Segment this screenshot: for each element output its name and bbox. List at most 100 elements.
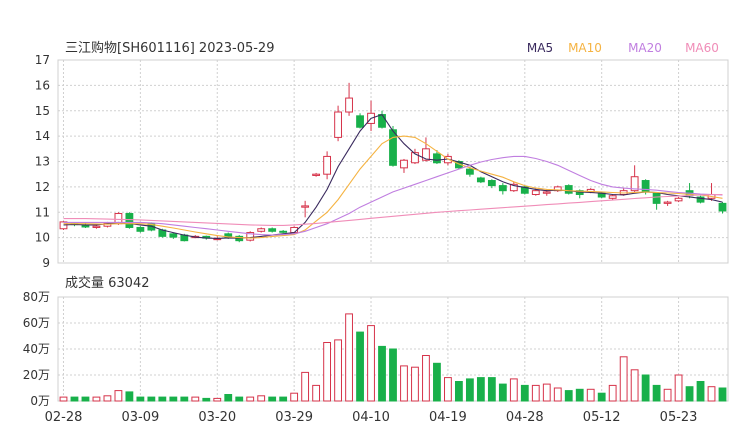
price-tick-label: 14: [35, 129, 50, 143]
candle: [125, 212, 134, 229]
price-tick-label: 9: [42, 256, 50, 270]
volume-bar: [663, 388, 672, 402]
candle: [356, 113, 364, 129]
candle: [498, 183, 507, 195]
volume-bar: [323, 342, 332, 402]
volume-tick-label: 60万: [23, 316, 50, 330]
volume-bar: [81, 396, 90, 402]
candle: [136, 226, 145, 233]
date-tick-label: 04-28: [506, 410, 544, 425]
candle: [400, 158, 408, 173]
candle-body: [641, 180, 650, 193]
volume-bar: [411, 366, 419, 402]
candle: [345, 82, 353, 116]
volume-bar: [487, 377, 496, 402]
date-tick-label: 03-29: [275, 410, 313, 425]
volume-bar: [509, 378, 518, 402]
candle: [268, 227, 277, 233]
volume-axis: 0万 20万 40万 60万 80万: [23, 290, 50, 408]
volume-bar: [158, 396, 167, 402]
volume-tick-label: 20万: [23, 368, 50, 382]
volume-bar: [597, 392, 606, 402]
price-tick-label: 15: [35, 104, 50, 118]
volume-bar: [180, 396, 189, 402]
date-tick-label: 04-10: [352, 410, 390, 425]
volume-bar: [564, 390, 573, 402]
candle-body: [301, 205, 310, 208]
volume-bar: [191, 396, 200, 402]
candle-body: [433, 153, 441, 164]
candle: [652, 191, 661, 210]
candlesticks: [59, 82, 727, 243]
volume-bar: [619, 356, 628, 402]
volume-bar: [169, 396, 178, 402]
price-axis: 9 10 11 12 13 14 15 16 17: [35, 53, 50, 270]
volume-bar: [476, 377, 485, 402]
candle: [389, 125, 397, 167]
volume-bar: [345, 313, 353, 402]
volume-title: 成交量 63042: [65, 275, 150, 291]
volume-tick-label: 40万: [23, 342, 50, 356]
candle-body: [542, 191, 551, 194]
volume-bar: [696, 381, 705, 402]
volume-bar: [400, 365, 408, 402]
volume-tick-label: 80万: [23, 290, 50, 304]
volume-bar: [586, 388, 595, 402]
candle-body: [608, 195, 617, 199]
volume-bar: [718, 387, 727, 402]
candle-body: [345, 97, 353, 113]
volume-bar: [520, 384, 529, 402]
volume-bar: [378, 345, 386, 402]
price-tick-label: 12: [35, 180, 50, 194]
candle-body: [487, 180, 496, 187]
candle-body: [92, 225, 101, 228]
date-tick-label: 03-20: [198, 410, 236, 425]
volume-bar: [389, 348, 397, 402]
volume-bar: [147, 396, 156, 402]
volume-bar: [575, 388, 584, 402]
date-tick-label: 04-19: [429, 410, 467, 425]
candle: [630, 165, 639, 192]
candle-body: [400, 159, 408, 169]
volume-bar: [202, 397, 211, 402]
volume-bar: [367, 325, 375, 402]
price-tick-label: 17: [35, 53, 50, 67]
candle: [378, 110, 386, 129]
chart-title: 三江购物[SH601116] 2023-05-29: [65, 40, 274, 56]
volume-bar: [542, 383, 551, 402]
volume-bar: [279, 396, 288, 402]
volume-bar: [312, 384, 321, 402]
legend-item-ma10: MA10: [568, 41, 602, 55]
volume-bar: [257, 395, 266, 402]
volume-bar: [630, 369, 639, 402]
volume-bar: [444, 377, 452, 402]
candle: [564, 184, 573, 195]
candle: [718, 202, 727, 214]
volume-bar: [356, 331, 364, 402]
candle: [257, 227, 266, 233]
candle-body: [312, 173, 321, 176]
candle-body: [531, 190, 540, 195]
candle-body: [389, 129, 397, 166]
chart-legend: MA5 MA10 MA20 MA60: [527, 41, 719, 55]
candle: [476, 176, 485, 184]
ma-line-ma60: [63, 193, 723, 226]
candle: [509, 181, 518, 192]
volume-bar: [422, 355, 430, 402]
candle-body: [476, 177, 485, 183]
stock-chart: 三江购物[SH601116] 2023-05-29 MA5 MA10 MA20 MA6…: [23, 40, 729, 425]
volume-bar: [641, 374, 650, 402]
candle-body: [323, 155, 332, 175]
candle-body: [169, 233, 178, 238]
candle: [608, 194, 617, 200]
candle: [553, 185, 562, 192]
volume-bar: [685, 386, 694, 402]
volume-bar: [246, 396, 255, 402]
volume-bar: [433, 362, 441, 402]
volume-bar: [707, 386, 716, 402]
candle: [367, 100, 375, 132]
volume-bar: [235, 396, 244, 402]
candle: [301, 200, 310, 218]
volume-bars: [59, 313, 727, 402]
candle: [433, 150, 441, 165]
